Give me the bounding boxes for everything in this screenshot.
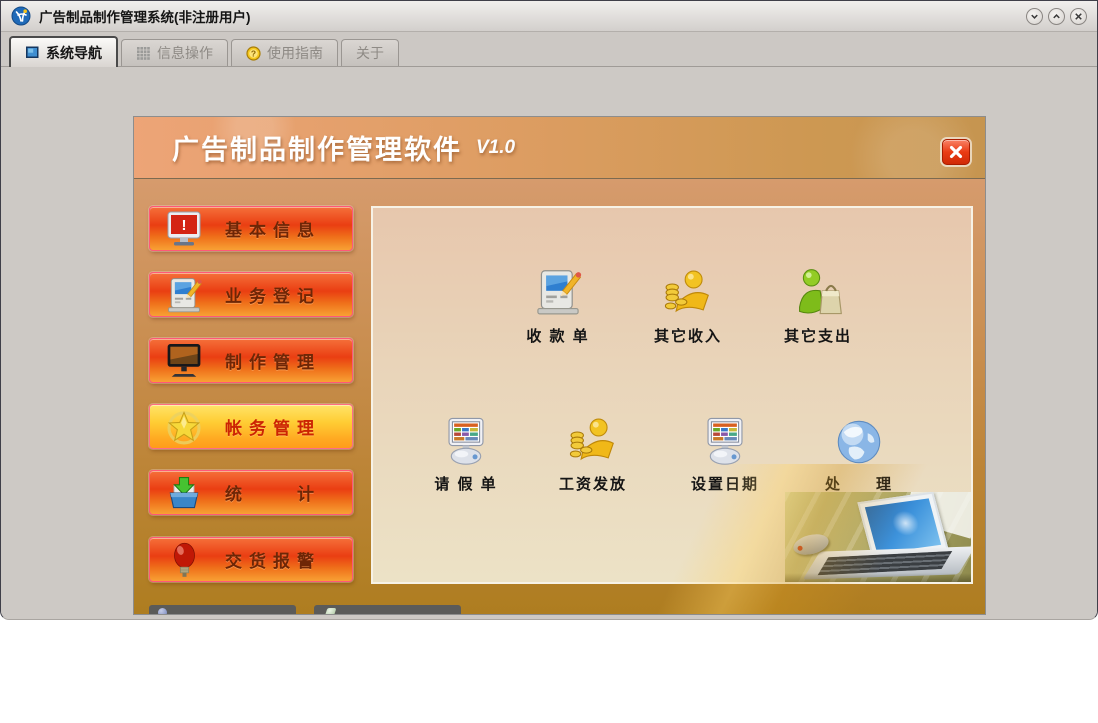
- person-coins-icon: [538, 406, 648, 466]
- shortcut-other-expense[interactable]: 其它支出: [763, 258, 873, 346]
- shortcut-label: 设置日期: [690, 476, 759, 493]
- sidebar-button-business-register[interactable]: 业务登记: [149, 272, 353, 317]
- chevron-up-icon: [1053, 13, 1060, 18]
- tab-about[interactable]: 关于: [341, 39, 399, 66]
- app-logo-icon: [11, 6, 31, 26]
- unshade-button[interactable]: [1048, 7, 1065, 25]
- tab-bar: 系统导航 信息操作 ? 使用指南 关于: [1, 32, 1097, 67]
- shade-button[interactable]: [1026, 7, 1043, 25]
- sidebar-label: 业务登记: [225, 287, 321, 306]
- sidebar-label: 统 计: [225, 485, 321, 504]
- x-icon: [949, 145, 963, 159]
- shortcut-salary-payment[interactable]: 工资发放: [538, 406, 648, 494]
- workspace: 广告制品制作管理软件 V1.0 ! 基本信息 业务登记 制作管理 帐务管理 统 …: [1, 67, 1097, 619]
- tab-user-guide[interactable]: ? 使用指南: [231, 39, 338, 66]
- sphere-icon: [158, 608, 167, 614]
- svg-text:?: ?: [251, 48, 256, 58]
- shortcut-label: 其它收入: [653, 328, 722, 345]
- panel-version: V1.0: [476, 136, 516, 158]
- shortcut-label: 其它支出: [783, 328, 852, 345]
- partial-bottom-button-2[interactable]: [314, 605, 461, 614]
- sidebar-button-statistics[interactable]: 统 计: [149, 470, 353, 515]
- person-bag-icon: [763, 258, 873, 318]
- app-window: 广告制品制作管理系统(非注册用户) 系统导航 信息操作 ? 使用指南 关于 广告…: [0, 0, 1098, 620]
- tab-label: 系统导航: [46, 44, 102, 61]
- panel-close-button[interactable]: [942, 139, 970, 165]
- computer-pencil-icon: [164, 275, 204, 315]
- computer-pencil-icon: [503, 258, 613, 318]
- content-area: 收 款 单 其它收入 其它支出 请 假 单 工资发放 设置日期 处 理: [371, 206, 973, 584]
- x-icon: [1075, 12, 1082, 20]
- computer-calendar-icon: [670, 406, 780, 466]
- laptop-photo: [785, 492, 971, 582]
- panel-header: 广告制品制作管理软件 V1.0: [134, 117, 985, 179]
- window-title: 广告制品制作管理系统(非注册用户): [39, 10, 251, 25]
- chevron-down-icon: [1031, 14, 1038, 19]
- tab-system-navigation[interactable]: 系统导航: [9, 36, 118, 67]
- globe-icon: [804, 406, 914, 466]
- shortcut-label: 工资发放: [558, 476, 627, 493]
- sidebar-label: 制作管理: [225, 353, 321, 372]
- shortcut-process[interactable]: 处 理: [804, 406, 914, 494]
- svg-text:!: !: [182, 217, 187, 234]
- photo-shadow: [785, 573, 971, 582]
- shortcut-other-income[interactable]: 其它收入: [633, 258, 743, 346]
- panel-title: 广告制品制作管理软件: [172, 135, 462, 165]
- tab-label: 关于: [356, 45, 384, 61]
- grid-icon: [136, 46, 151, 61]
- window-controls: [1021, 7, 1087, 25]
- shortcut-label: 请 假 单: [434, 476, 498, 493]
- computer-calendar-icon: [411, 406, 521, 466]
- shortcut-label: 收 款 单: [526, 328, 590, 345]
- gold-star-icon: [164, 407, 204, 447]
- shortcut-receipt[interactable]: 收 款 单: [503, 258, 613, 346]
- blue-square-icon: [25, 45, 40, 60]
- archive-download-icon: [164, 473, 204, 513]
- sidebar-button-production-mgmt[interactable]: 制作管理: [149, 338, 353, 383]
- sidebar-button-account-mgmt[interactable]: 帐务管理: [149, 404, 353, 449]
- titlebar: 广告制品制作管理系统(非注册用户): [1, 1, 1097, 32]
- partial-bottom-button-1[interactable]: [149, 605, 296, 614]
- tab-label: 信息操作: [157, 45, 213, 61]
- sidebar-button-basic-info[interactable]: ! 基本信息: [149, 206, 353, 251]
- red-bulb-icon: [164, 540, 204, 580]
- panel-body: ! 基本信息 业务登记 制作管理 帐务管理 统 计 交货报警 收 款 单 其它收…: [134, 179, 985, 614]
- monitor-alert-icon: !: [164, 209, 204, 249]
- tab-label: 使用指南: [267, 45, 323, 61]
- sidebar-label: 交货报警: [225, 552, 321, 571]
- help-coin-icon: ?: [246, 45, 261, 61]
- main-panel: 广告制品制作管理软件 V1.0 ! 基本信息 业务登记 制作管理 帐务管理 统 …: [133, 116, 986, 615]
- tab-info-operations[interactable]: 信息操作: [121, 39, 228, 66]
- sidebar-label: 帐务管理: [225, 419, 321, 438]
- sidebar-label: 基本信息: [225, 221, 321, 240]
- flat-monitor-icon: [164, 341, 204, 381]
- shortcut-leave-form[interactable]: 请 假 单: [411, 406, 521, 494]
- leaf-icon: [324, 608, 337, 614]
- person-coins-icon: [633, 258, 743, 318]
- shortcut-set-date[interactable]: 设置日期: [670, 406, 780, 494]
- shortcut-label: 处 理: [824, 476, 893, 493]
- close-window-button[interactable]: [1070, 7, 1087, 25]
- sidebar-button-delivery-alert[interactable]: 交货报警: [149, 537, 353, 582]
